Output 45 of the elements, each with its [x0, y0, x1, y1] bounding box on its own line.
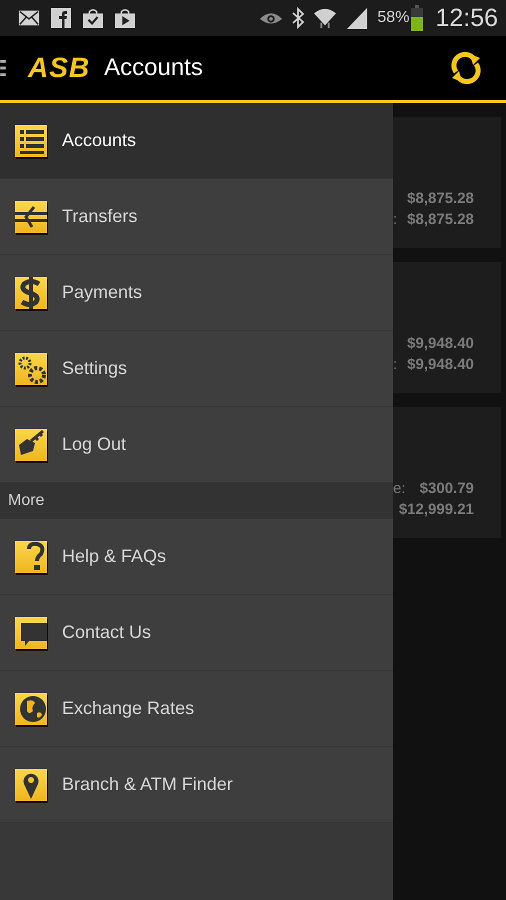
play-store-icon	[114, 8, 136, 28]
brand-logo: ASB	[28, 52, 90, 84]
menu-item[interactable]: Exchange Rates	[0, 671, 393, 747]
balance-label: :	[393, 211, 398, 228]
refresh-icon[interactable]	[450, 52, 482, 84]
wifi-icon	[313, 7, 338, 29]
screen-title: Accounts	[104, 54, 203, 82]
menu-icon[interactable]	[0, 60, 6, 76]
pin-icon	[15, 768, 47, 800]
battery-icon	[411, 5, 424, 31]
menu-item[interactable]: Payments	[0, 255, 393, 331]
mail-icon	[18, 8, 40, 28]
menu-item[interactable]: Transfers	[0, 179, 393, 255]
list-icon	[15, 124, 47, 156]
menu-item[interactable]: Branch & ATM Finder	[0, 747, 393, 823]
shopping-bag-icon	[82, 8, 104, 28]
account-card[interactable]: e: $300.79 $12,999.21	[393, 407, 501, 538]
balance-amount: $300.79	[420, 480, 474, 497]
section-header: More	[0, 483, 393, 519]
balance-amount: $12,999.21	[398, 501, 474, 518]
menu-item[interactable]: Help & FAQs	[0, 519, 393, 595]
gears-icon	[15, 352, 47, 384]
balance-amount: $9,948.40	[407, 335, 474, 352]
account-card[interactable]: $9,948.40 : $9,948.40	[393, 262, 501, 393]
dollar-icon	[15, 276, 47, 308]
transfer-icon	[15, 200, 47, 232]
menu-item[interactable]: Log Out	[0, 407, 393, 483]
balance-label: e:	[393, 480, 406, 497]
menu-item[interactable]: Accounts	[0, 103, 393, 179]
menu-item[interactable]: Contact Us	[0, 595, 393, 671]
facebook-icon	[50, 8, 72, 28]
chat-icon	[15, 616, 47, 648]
globe-icon	[15, 692, 47, 724]
balance-amount: $8,875.28	[407, 190, 474, 207]
balance-label: :	[393, 356, 398, 373]
key-icon	[15, 428, 47, 460]
help-icon	[15, 540, 47, 572]
clock-time: 12:56	[435, 4, 498, 32]
battery-percent: 58%	[377, 9, 410, 27]
menu-item[interactable]: Settings	[0, 331, 393, 407]
balance-amount: $9,948.40	[407, 356, 474, 373]
account-card[interactable]: $8,875.28 : $8,875.28	[393, 117, 501, 248]
bluetooth-icon	[291, 7, 306, 29]
signal-icon	[345, 7, 370, 29]
balance-amount: $8,875.28	[407, 211, 474, 228]
